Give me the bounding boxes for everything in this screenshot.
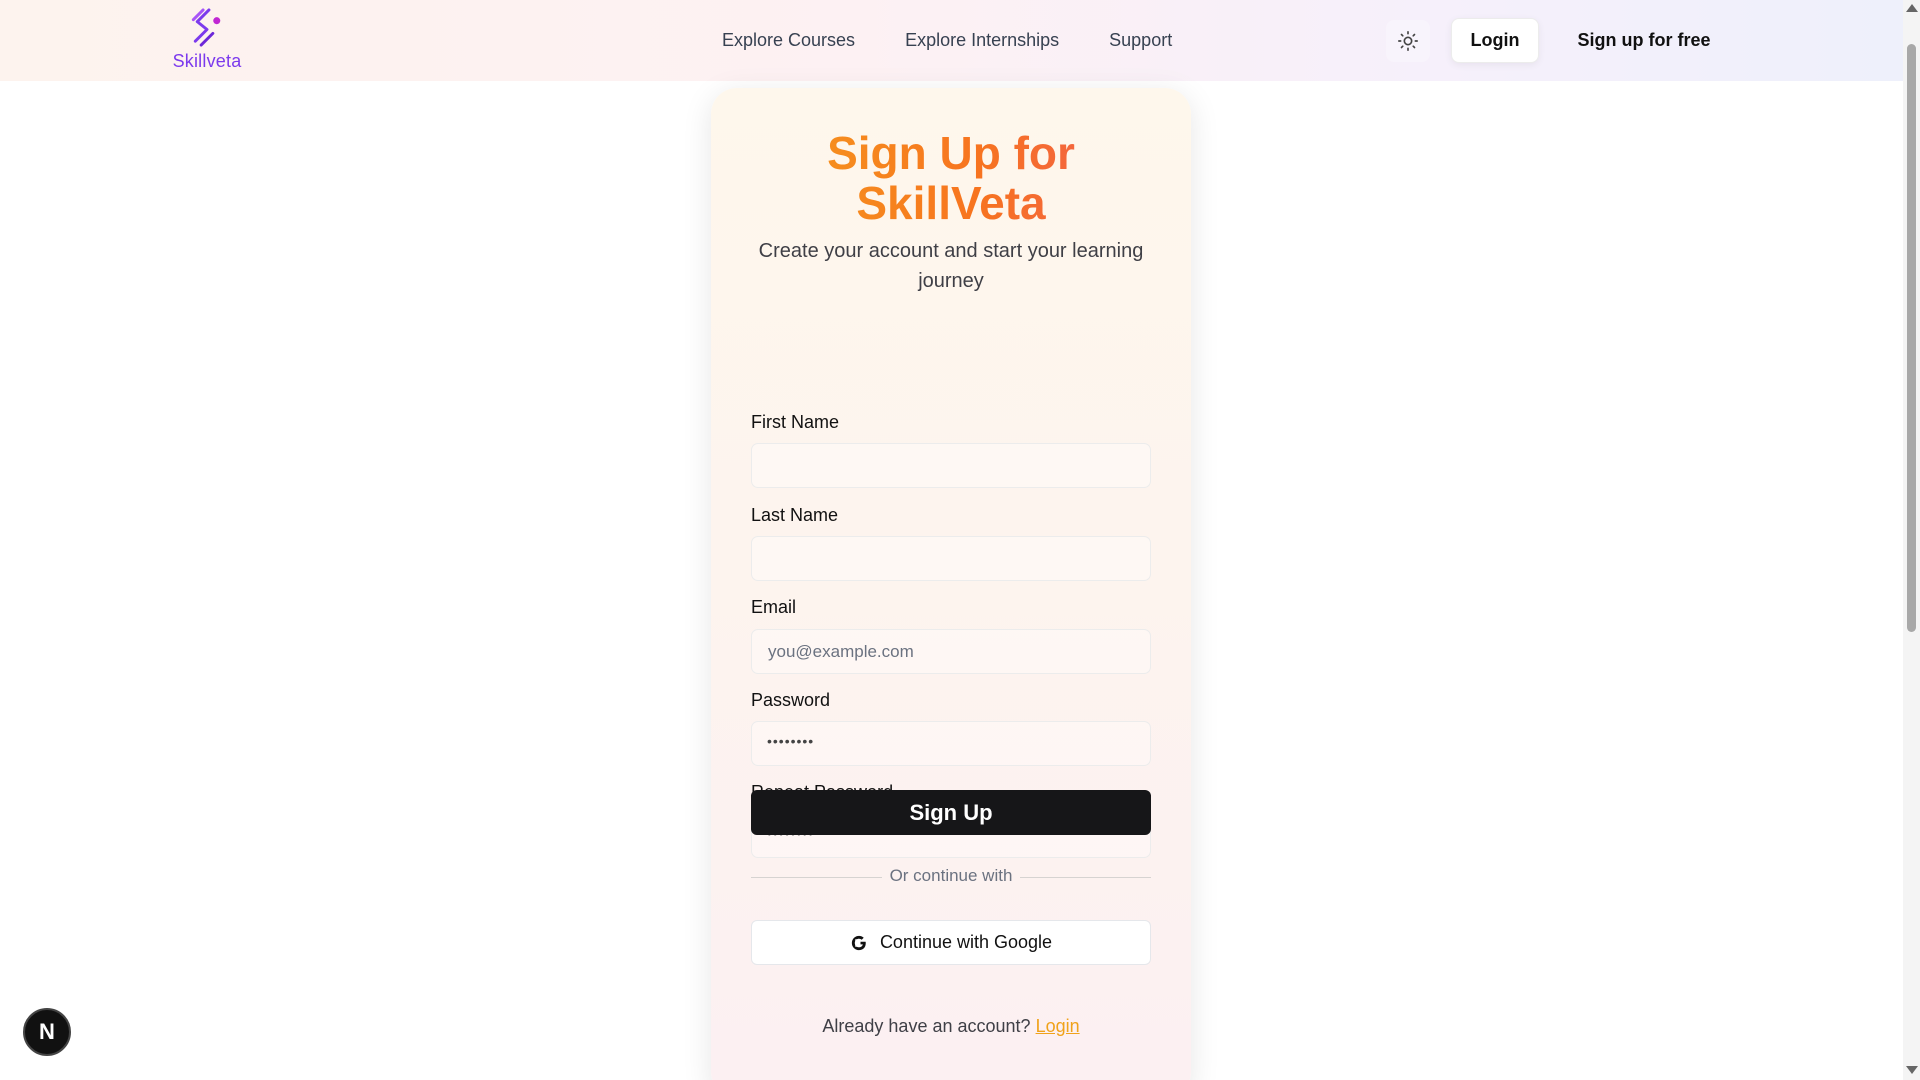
last-name-label: Last Name [751,505,839,525]
title-line-1: Sign Up for [827,127,1075,179]
login-prompt: Already have an account? Login [711,1016,1191,1037]
email-field[interactable] [751,629,1151,674]
last-name-field[interactable] [751,536,1151,581]
divider-label: Or continue with [881,866,1021,885]
nav-support[interactable]: Support [1109,30,1172,51]
google-signin-button[interactable]: Continue with Google [751,920,1151,965]
google-button-label: Continue with Google [879,932,1053,952]
logo-text: Skillveta [172,51,242,71]
skillveta-logo-icon [191,8,221,47]
password-mask: •••••••• [767,733,815,749]
title-line-2: SkillVeta [856,177,1046,229]
nav-explore-courses[interactable]: Explore Courses [722,30,855,51]
password-label: Password [751,690,831,710]
nav-explore-internships[interactable]: Explore Internships [905,30,1059,51]
sign-up-button[interactable]: Sign Up [751,790,1151,835]
top-nav: Skillveta Explore Courses Explore Intern… [0,0,1903,81]
next-dev-badge[interactable]: N [23,1008,71,1056]
header-login-button[interactable]: Login [1451,18,1539,63]
already-text: Already have an account? [822,1016,1031,1036]
scroll-down-arrow-icon[interactable] [1906,1066,1918,1074]
scroll-up-arrow-icon[interactable] [1906,4,1918,12]
login-link[interactable]: Login [1036,1016,1080,1036]
logo[interactable]: Skillveta [171,8,243,72]
scroll-thumb[interactable] [1907,44,1916,632]
main-nav: Explore Courses Explore Internships Supp… [722,0,1222,81]
page-title: Sign Up for SkillVeta [711,128,1191,228]
email-label: Email [751,597,797,617]
scrollbar[interactable] [1903,0,1920,1080]
header-signup-button[interactable]: Sign up for free [1559,18,1729,63]
first-name-field[interactable] [751,443,1151,488]
theme-toggle-button[interactable] [1386,20,1430,62]
google-icon [851,935,866,950]
divider-label-wrap: Or continue with [711,866,1191,886]
page-subtitle: Create your account and start your learn… [758,240,1144,292]
sun-icon [1398,31,1418,51]
first-name-label: First Name [751,412,840,432]
